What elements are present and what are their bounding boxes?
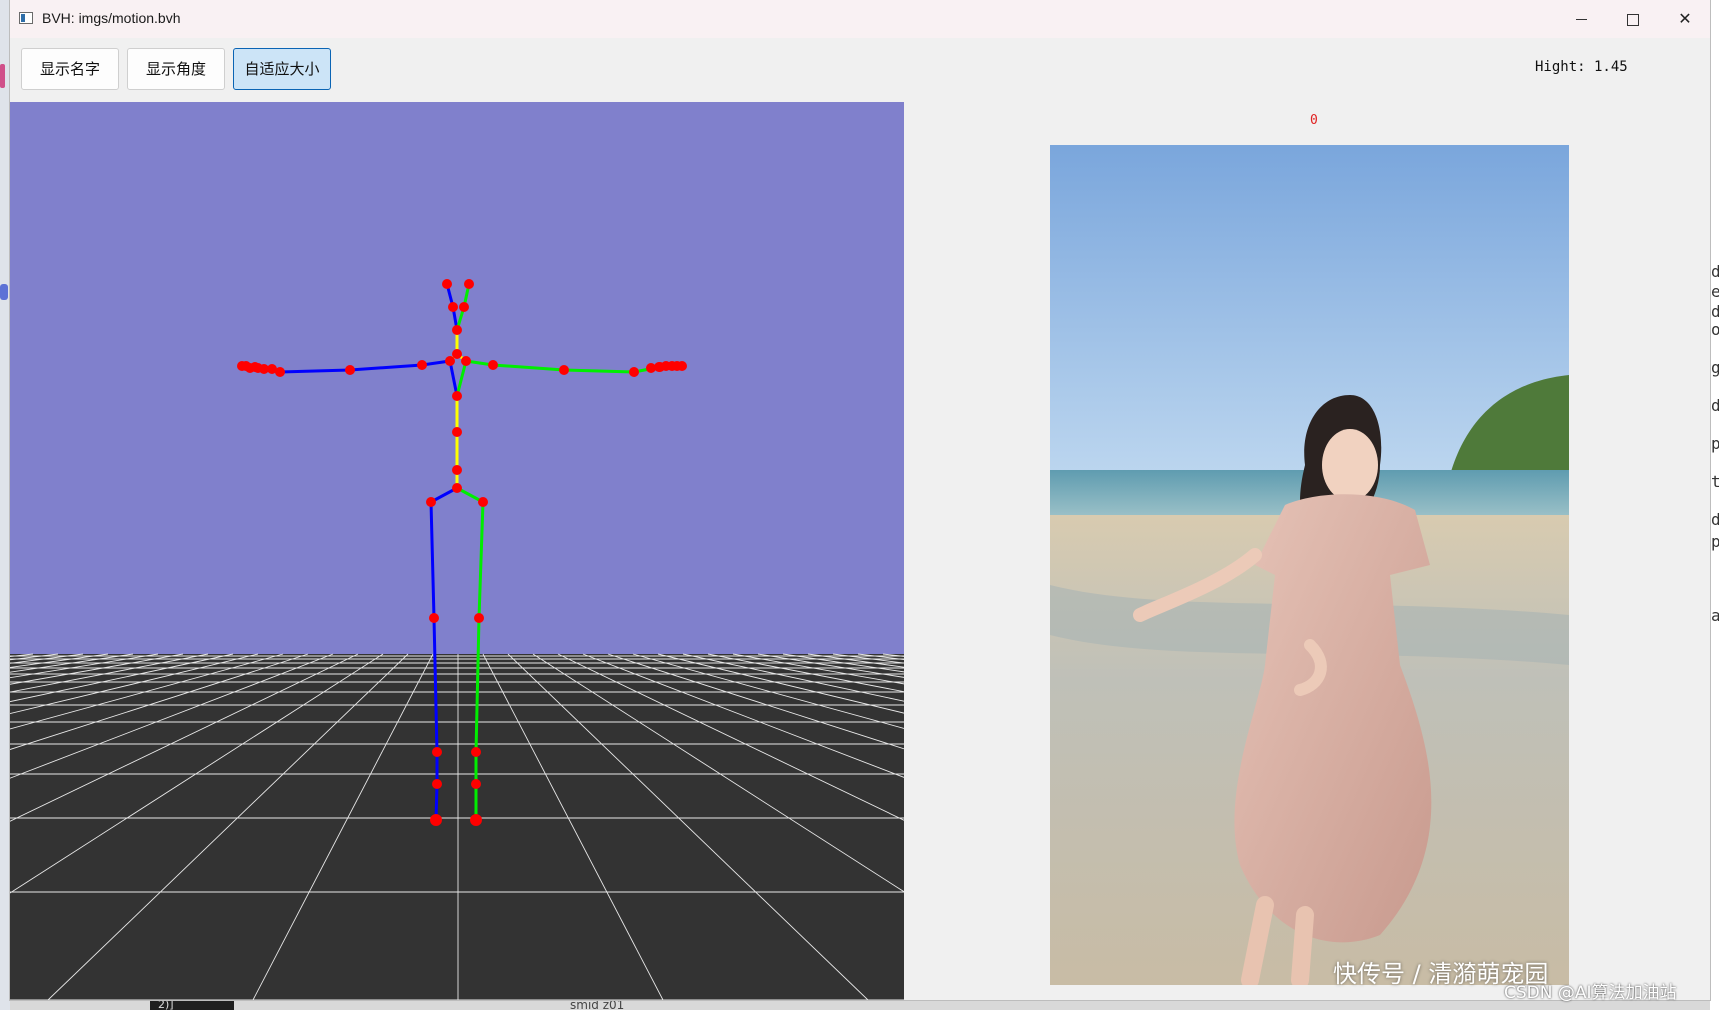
background-code-char: p (1711, 532, 1719, 551)
skeleton-finger-joint (667, 361, 677, 371)
skeleton-joint (452, 325, 462, 335)
skeleton-joint (345, 365, 355, 375)
skeleton-joint (559, 365, 569, 375)
skeleton-joint (470, 814, 482, 826)
skeleton-joint (471, 779, 481, 789)
reference-photo (1050, 145, 1569, 985)
csdn-watermark: CSDN @AI算法加油站 (1504, 983, 1677, 1003)
background-taskbar: 2)] smid z01 (10, 1000, 1710, 1010)
skeleton-joint (452, 391, 462, 401)
reference-photo-image (1050, 145, 1569, 985)
skeleton-joint (452, 483, 462, 493)
skeleton-joint (461, 356, 471, 366)
background-code-char: d (1711, 510, 1719, 529)
skeleton-canvas[interactable] (10, 102, 904, 1000)
skeleton-joint (488, 360, 498, 370)
skeleton-joint (445, 356, 455, 366)
background-code-char: g (1711, 358, 1719, 377)
skeleton-joint (429, 613, 439, 623)
skeleton-joint (426, 497, 436, 507)
skeleton-bone (278, 368, 352, 374)
background-editor-strip-right: dedogdptdpa (1710, 0, 1719, 1010)
skeleton-joint (432, 779, 442, 789)
skeleton-joint (430, 814, 442, 826)
window-title: BVH: imgs/motion.bvh (42, 10, 181, 26)
maximize-button[interactable] (1607, 0, 1659, 38)
skeleton-finger-joint (267, 364, 277, 374)
minimize-button[interactable] (1555, 0, 1607, 38)
skeleton-joint (629, 367, 639, 377)
background-code-char: p (1711, 434, 1719, 453)
photo-dress (1234, 494, 1432, 943)
background-app-icon (0, 64, 5, 88)
skeleton-3d-viewport[interactable] (10, 102, 904, 1000)
skeleton-joint (432, 747, 442, 757)
bvh-viewer-window: BVH: imgs/motion.bvh ✕ 显示名字 显示角度 自适应大小 H… (10, 0, 1710, 1000)
close-icon: ✕ (1678, 9, 1692, 28)
maximize-icon (1627, 13, 1639, 26)
background-code-char: e (1711, 282, 1719, 301)
skeleton-joint (478, 497, 488, 507)
background-code-char: d (1711, 396, 1719, 415)
auto-fit-button[interactable]: 自适应大小 (233, 48, 331, 90)
title-bar[interactable]: BVH: imgs/motion.bvh ✕ (10, 0, 1710, 38)
background-app-strip-left (0, 0, 10, 1010)
skeleton-joint (471, 747, 481, 757)
skeleton-joint (459, 302, 469, 312)
app-icon (19, 12, 33, 24)
show-angles-button[interactable]: 显示角度 (127, 48, 225, 90)
skeleton-joint (442, 279, 452, 289)
background-code-char: d (1711, 262, 1719, 281)
skeleton-joint (452, 427, 462, 437)
skeleton-joint (448, 302, 458, 312)
background-code-char: d (1711, 302, 1719, 321)
background-code-char: o (1711, 320, 1719, 339)
frame-counter: 0 (1310, 113, 1318, 128)
photo-face (1322, 429, 1378, 501)
close-button[interactable]: ✕ (1659, 0, 1711, 38)
skeleton-finger-joint (677, 361, 687, 371)
skeleton-joint (417, 360, 427, 370)
background-taskbar-item: 2)] (150, 1000, 234, 1010)
background-app-icon (0, 284, 8, 300)
minimize-icon (1575, 19, 1587, 20)
show-names-button[interactable]: 显示名字 (21, 48, 119, 90)
skeleton-joint (452, 465, 462, 475)
sky-background (10, 102, 904, 654)
background-code-char: a (1711, 606, 1719, 625)
skeleton-bone (562, 368, 636, 374)
background-taskbar-label: smid z01 (570, 1000, 625, 1010)
height-readout: Hight: 1.45 (1535, 59, 1628, 75)
skeleton-joint (464, 279, 474, 289)
skeleton-joint (474, 613, 484, 623)
background-code-char: t (1711, 472, 1719, 491)
